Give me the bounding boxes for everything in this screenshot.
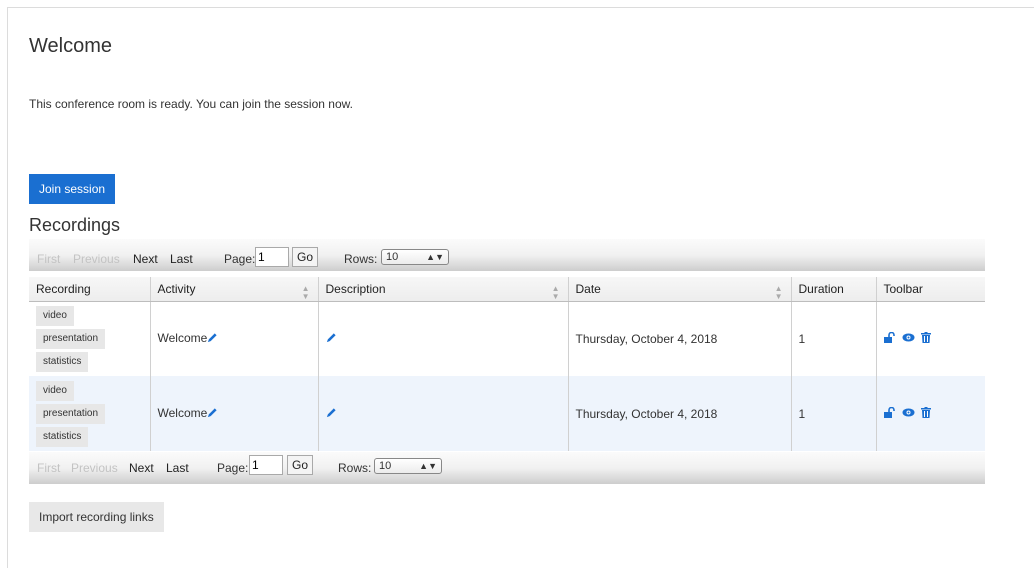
trash-icon[interactable] (920, 331, 931, 343)
pager-page-label: Page: (217, 461, 249, 475)
video-button[interactable]: video (36, 380, 74, 401)
date-cell: Thursday, October 4, 2018 (568, 376, 792, 451)
presentation-button[interactable]: presentation (36, 328, 106, 349)
toolbar-cell (876, 301, 985, 376)
pager-top: First Previous Next Last Page: Go Rows: … (29, 239, 985, 271)
page-title: Welcome (29, 35, 112, 57)
column-header-label: Activity (157, 281, 196, 296)
recording-types-cell: video presentation statistics (29, 301, 151, 376)
recordings-table: Recording Activity ▲ ▼ Description ▲ ▼ Date ▲… (29, 277, 985, 451)
pager-last-link[interactable]: Last (166, 458, 189, 478)
activity-name: Welcome (157, 331, 208, 346)
pager-first-link[interactable]: First (37, 458, 60, 478)
column-header-recording: Recording (29, 277, 151, 302)
rows-select[interactable]: 10 ▲▼ (381, 249, 449, 265)
column-header-toolbar: Toolbar (876, 277, 985, 302)
video-button[interactable]: video (36, 305, 74, 326)
description-cell (318, 376, 569, 451)
recordings-title: Recordings (29, 215, 121, 235)
pager-page-label: Page: (224, 252, 256, 266)
activity-cell: Welcome (150, 301, 319, 376)
intro-text: This conference room is ready. You can j… (29, 97, 353, 111)
column-header-label: Date (575, 281, 601, 296)
description-cell (318, 301, 569, 376)
pager-next-link[interactable]: Next (129, 458, 154, 478)
pager-go-button[interactable]: Go (287, 455, 313, 475)
sort-icon: ▲ ▼ (774, 284, 783, 301)
join-session-button[interactable]: Join session (29, 174, 116, 204)
pager-next-link[interactable]: Next (133, 249, 158, 269)
duration-cell: 1 (791, 301, 877, 376)
pager-page-input[interactable] (255, 247, 289, 267)
statistics-button[interactable]: statistics (36, 426, 89, 447)
pager-page-input[interactable] (249, 455, 283, 475)
pencil-icon[interactable] (326, 332, 337, 346)
eye-icon[interactable] (902, 333, 915, 342)
column-header-activity[interactable]: Activity ▲ ▼ (150, 277, 319, 302)
toolbar-cell (876, 376, 985, 451)
pager-go-button[interactable]: Go (292, 247, 318, 267)
pager-previous-link[interactable]: Previous (71, 458, 118, 478)
column-header-date[interactable]: Date ▲ ▼ (568, 277, 792, 302)
pager-rows-label: Rows: (338, 461, 372, 475)
select-arrows-icon: ▲▼ (419, 461, 437, 471)
pager-bottom: First Previous Next Last Page: Go Rows: … (29, 452, 985, 484)
sort-icon: ▲ ▼ (301, 284, 310, 301)
pager-rows-label: Rows: (344, 252, 378, 266)
select-arrows-icon: ▲▼ (426, 252, 444, 262)
eye-icon[interactable] (902, 408, 915, 417)
table-row: video presentation statistics Welcome Th… (29, 301, 985, 376)
statistics-button[interactable]: statistics (36, 351, 89, 372)
page-frame: Welcome This conference room is ready. Y… (7, 7, 1034, 568)
pencil-icon[interactable] (207, 332, 218, 346)
pencil-icon[interactable] (207, 407, 218, 421)
rows-select-value: 10 (379, 460, 392, 472)
date-cell: Thursday, October 4, 2018 (568, 301, 792, 376)
pencil-icon[interactable] (326, 407, 337, 421)
presentation-button[interactable]: presentation (36, 403, 106, 424)
column-header-duration: Duration (791, 277, 877, 302)
pager-previous-link[interactable]: Previous (73, 249, 120, 269)
unlock-icon[interactable] (883, 406, 896, 418)
duration-cell: 1 (791, 376, 877, 451)
recording-types-cell: video presentation statistics (29, 376, 151, 451)
pager-first-link[interactable]: First (37, 249, 60, 269)
activity-cell: Welcome (150, 376, 319, 451)
import-recording-links-button[interactable]: Import recording links (29, 502, 164, 532)
column-header-description[interactable]: Description ▲ ▼ (318, 277, 569, 302)
table-row: video presentation statistics Welcome Th… (29, 376, 985, 451)
rows-select[interactable]: 10 ▲▼ (374, 458, 442, 474)
activity-name: Welcome (157, 406, 208, 421)
sort-icon: ▲ ▼ (551, 284, 560, 301)
table-header-row: Recording Activity ▲ ▼ Description ▲ ▼ Date ▲… (29, 277, 985, 302)
trash-icon[interactable] (920, 406, 931, 418)
rows-select-value: 10 (386, 251, 399, 263)
column-header-label: Description (325, 281, 386, 296)
pager-last-link[interactable]: Last (170, 249, 193, 269)
unlock-icon[interactable] (883, 331, 896, 343)
